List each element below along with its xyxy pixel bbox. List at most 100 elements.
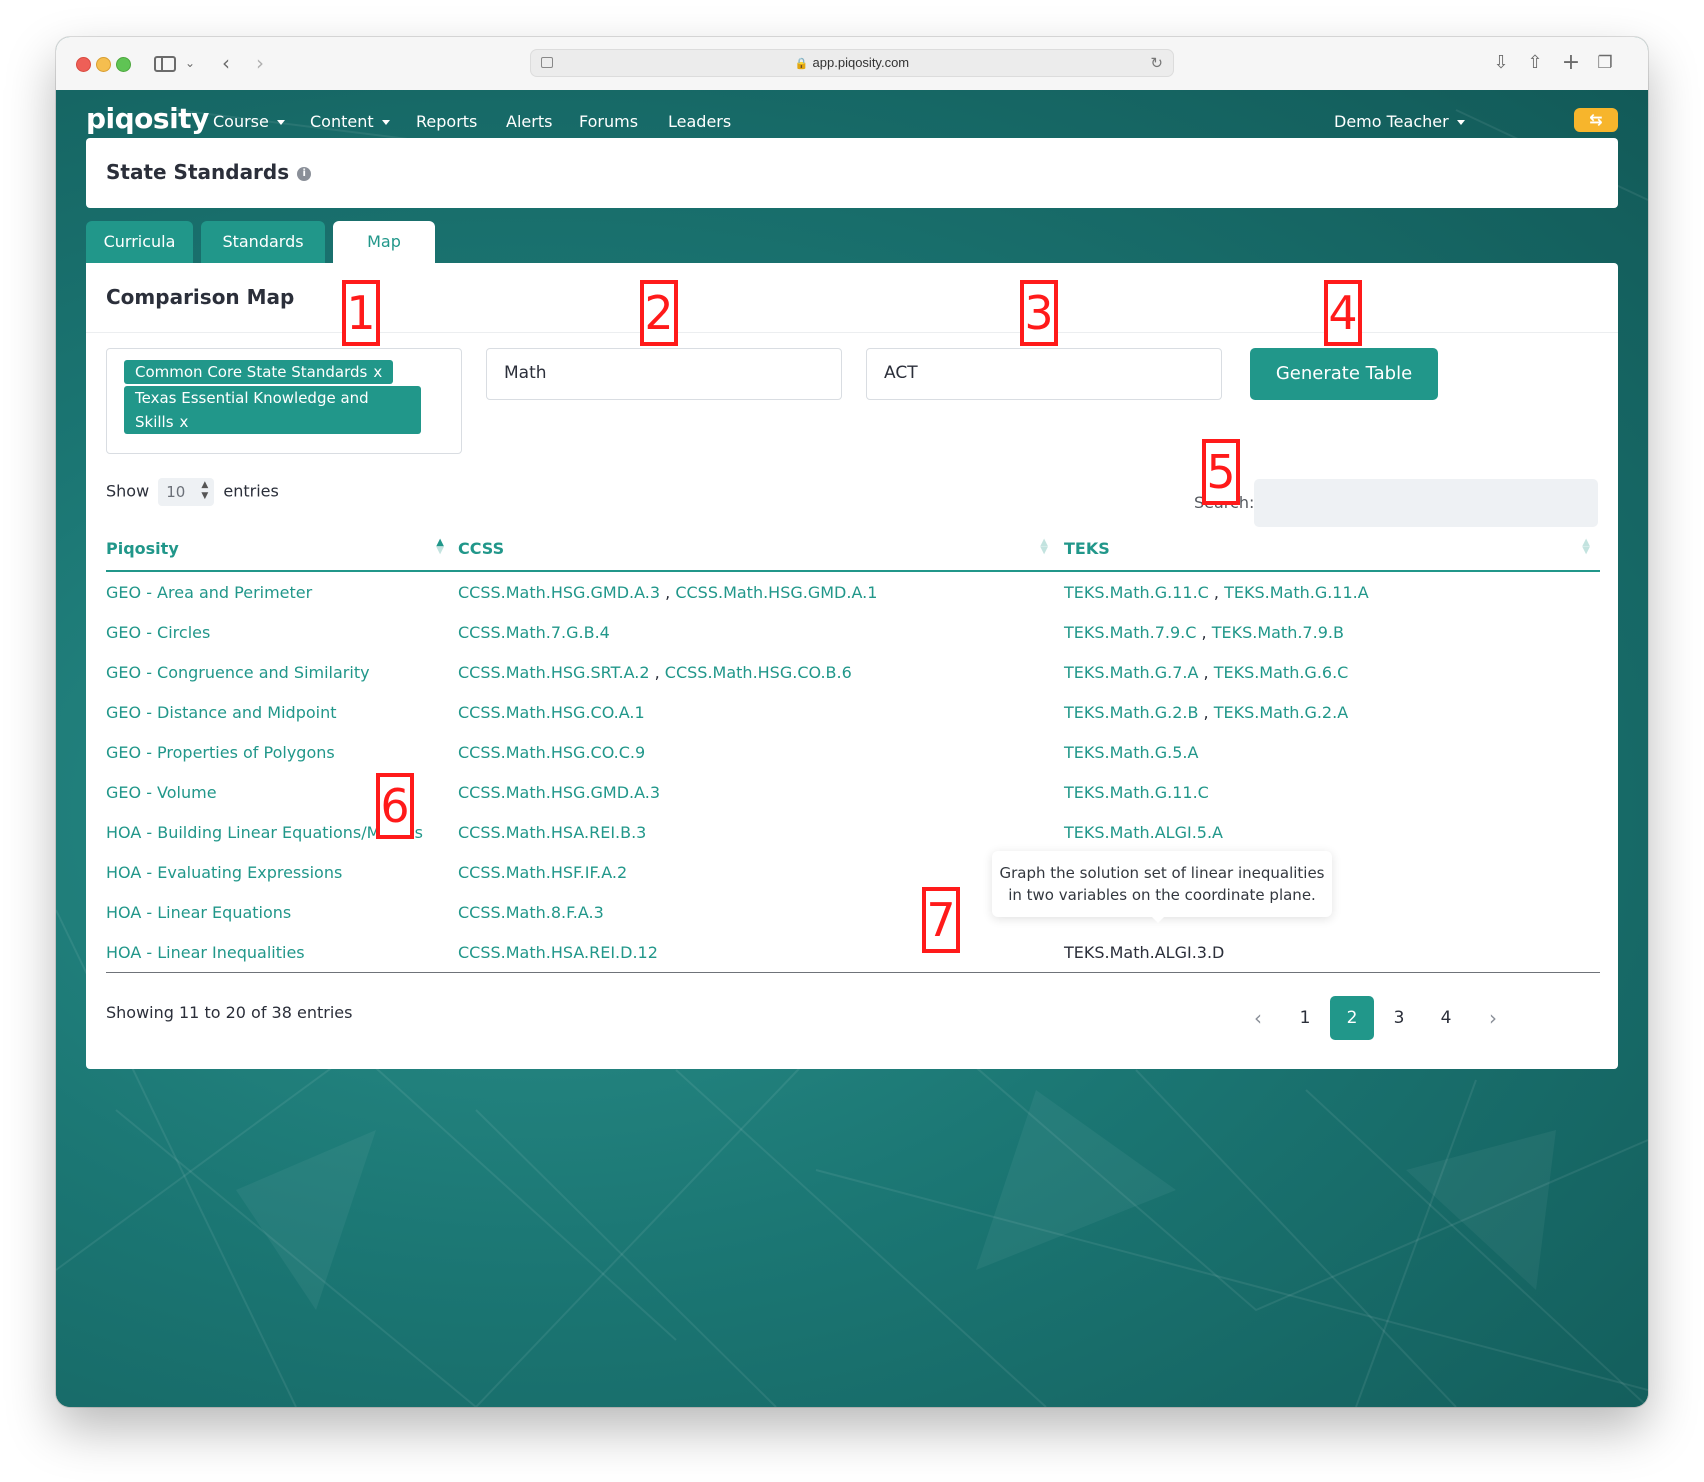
tooltip-line-1: Graph the solution set of linear inequal…	[999, 864, 1325, 882]
ccss-cell: CCSS.Math.HSG.SRT.A.2 , CCSS.Math.HSG.CO…	[458, 652, 1064, 692]
generate-table-button[interactable]: Generate Table	[1250, 348, 1438, 400]
ccss-cell: CCSS.Math.HSG.GMD.A.3	[458, 772, 1064, 812]
minimize-window-button[interactable]	[96, 57, 111, 72]
address-bar[interactable]: 🔒 app.piqosity.com ↻	[530, 49, 1174, 77]
ccss-standard-link[interactable]: CCSS.Math.7.G.B.4	[458, 623, 610, 642]
teks-standard-link[interactable]: TEKS.Math.G.11.A	[1224, 583, 1369, 602]
divider	[86, 332, 1618, 333]
user-menu[interactable]: Demo Teacher	[1334, 112, 1465, 131]
ccss-standard-link[interactable]: CCSS.Math.HSG.GMD.A.3	[458, 783, 660, 802]
info-icon[interactable]: i	[297, 166, 312, 181]
ccss-standard-link[interactable]: CCSS.Math.HSG.SRT.A.2	[458, 663, 650, 682]
piqosity-topic-link[interactable]: GEO - Area and Perimeter	[106, 571, 458, 612]
teks-cell: TEKS.Math.G.11.C	[1064, 772, 1600, 812]
nav-alerts[interactable]: Alerts	[506, 112, 552, 131]
share-icon[interactable]: ⇧	[1524, 51, 1546, 75]
ccss-standard-link[interactable]: CCSS.Math.8.F.A.3	[458, 903, 604, 922]
teks-standard-link[interactable]: TEKS.Math.G.11.C	[1064, 583, 1209, 602]
teks-standard-link[interactable]: TEKS.Math.G.2.A	[1214, 703, 1348, 722]
piqosity-topic-link[interactable]: HOA - Linear Inequalities	[106, 932, 458, 973]
nav-content[interactable]: Content	[310, 112, 390, 131]
ccss-standard-link[interactable]: CCSS.Math.HSG.CO.B.6	[665, 663, 852, 682]
search-input[interactable]	[1254, 479, 1598, 527]
nav-reports[interactable]: Reports	[416, 112, 477, 131]
previous-page-icon[interactable]: ‹	[1236, 996, 1280, 1040]
teks-standard-link[interactable]: TEKS.Math.G.7.A	[1064, 663, 1198, 682]
remove-tag-icon[interactable]: x	[180, 413, 189, 431]
nav-leaders[interactable]: Leaders	[668, 112, 731, 131]
separator: ,	[649, 662, 665, 682]
back-icon[interactable]: ‹	[216, 51, 236, 75]
piqosity-topic-link[interactable]: HOA - Evaluating Expressions	[106, 852, 458, 892]
piqosity-topic-link[interactable]: HOA - Linear Equations	[106, 892, 458, 932]
separator: ,	[660, 582, 676, 602]
reload-icon[interactable]: ↻	[1150, 50, 1163, 76]
tab-standards[interactable]: Standards	[201, 221, 325, 263]
remove-tag-icon[interactable]: x	[373, 363, 382, 381]
close-window-button[interactable]	[76, 57, 91, 72]
piqosity-logo[interactable]: piqosity	[86, 102, 209, 135]
entries-value: 10	[166, 483, 186, 501]
teks-standard-link[interactable]: TEKS.Math.ALGI.5.A	[1064, 823, 1223, 842]
nav-course[interactable]: Course	[213, 112, 285, 131]
tag-label: Common Core State Standards	[135, 363, 368, 381]
teks-standard-link[interactable]: TEKS.Math.ALGI.3.D	[1064, 943, 1224, 962]
table-row: GEO - Circles CCSS.Math.7.G.B.4 TEKS.Math.…	[106, 612, 1600, 652]
header-label: CCSS	[458, 538, 505, 558]
standard-tooltip: Graph the solution set of linear inequal…	[992, 851, 1332, 923]
header-ccss[interactable]: CCSS ▲ ▼	[458, 526, 1064, 572]
table-row: HOA - Linear Inequalities CCSS.Math.HSA.R…	[106, 932, 1600, 973]
piqosity-topic-link[interactable]: GEO - Distance and Midpoint	[106, 692, 458, 732]
piqosity-topic-link[interactable]: GEO - Congruence and Similarity	[106, 652, 458, 692]
url-text: app.piqosity.com	[812, 55, 910, 70]
test-value: ACT	[884, 363, 918, 383]
standards-multiselect[interactable]: Common Core State Standards x Texas Essen…	[106, 348, 462, 454]
ccss-standard-link[interactable]: CCSS.Math.HSG.CO.A.1	[458, 703, 645, 722]
zoom-window-button[interactable]	[116, 57, 131, 72]
forward-icon[interactable]: ›	[250, 51, 270, 75]
chevron-down-icon[interactable]: ⌄	[182, 51, 198, 75]
test-select[interactable]: ACT	[866, 348, 1222, 400]
ccss-standard-link[interactable]: CCSS.Math.HSF.IF.A.2	[458, 863, 627, 882]
tab-curricula[interactable]: Curricula	[86, 221, 193, 263]
header-teks[interactable]: TEKS ▲ ▼	[1064, 526, 1600, 572]
show-label: Show	[106, 481, 150, 501]
ccss-standard-link[interactable]: CCSS.Math.HSA.REI.B.3	[458, 823, 646, 842]
ccss-standard-link[interactable]: CCSS.Math.HSG.GMD.A.3	[458, 583, 660, 602]
separator: ,	[1198, 662, 1214, 682]
new-tab-icon[interactable]: +	[1560, 51, 1582, 75]
table-row: HOA - Building Linear Equations/Models CC…	[106, 812, 1600, 852]
page-1[interactable]: 1	[1283, 996, 1327, 1040]
next-page-icon[interactable]: ›	[1471, 996, 1515, 1040]
annotation-7: 7	[922, 887, 960, 953]
teks-standard-link[interactable]: TEKS.Math.7.9.B	[1212, 623, 1344, 642]
entries-select[interactable]: 10 ▲ ▼	[158, 478, 215, 506]
page-4[interactable]: 4	[1424, 996, 1468, 1040]
ccss-standard-link[interactable]: CCSS.Math.HSG.CO.C.9	[458, 743, 645, 762]
teks-cell: TEKS.Math.ALGI.3.D	[1064, 932, 1600, 973]
user-name: Demo Teacher	[1334, 112, 1449, 131]
teks-standard-link[interactable]: TEKS.Math.G.6.C	[1214, 663, 1349, 682]
teks-standard-link[interactable]: TEKS.Math.G.5.A	[1064, 743, 1198, 762]
teks-standard-link[interactable]: TEKS.Math.G.11.C	[1064, 783, 1209, 802]
subject-select[interactable]: Math	[486, 348, 842, 400]
piqosity-topic-link[interactable]: GEO - Circles	[106, 612, 458, 652]
piqosity-topic-link[interactable]: GEO - Properties of Polygons	[106, 732, 458, 772]
header-piqosity[interactable]: Piqosity ▲ ▼	[106, 526, 458, 572]
download-icon[interactable]: ⇩	[1490, 51, 1512, 75]
sidebar-toggle-icon[interactable]	[154, 56, 176, 72]
teks-standard-link[interactable]: TEKS.Math.G.2.B	[1064, 703, 1198, 722]
page-2[interactable]: 2	[1330, 996, 1374, 1040]
teks-cell: TEKS.Math.ALGI.5.A	[1064, 812, 1600, 852]
sync-button[interactable]: ⇆	[1574, 108, 1618, 132]
tab-overview-icon[interactable]: ❐	[1594, 51, 1616, 75]
page-3[interactable]: 3	[1377, 996, 1421, 1040]
nav-forums[interactable]: Forums	[579, 112, 638, 131]
tag-label-cont: Skills	[135, 413, 174, 431]
tab-map[interactable]: Map	[333, 221, 435, 263]
ccss-standard-link[interactable]: CCSS.Math.HSA.REI.D.12	[458, 943, 658, 962]
ccss-standard-link[interactable]: CCSS.Math.HSG.GMD.A.1	[675, 583, 877, 602]
ccss-cell: CCSS.Math.7.G.B.4	[458, 612, 1064, 652]
table-row: GEO - Properties of Polygons CCSS.Math.HS…	[106, 732, 1600, 772]
teks-standard-link[interactable]: TEKS.Math.7.9.C	[1064, 623, 1196, 642]
